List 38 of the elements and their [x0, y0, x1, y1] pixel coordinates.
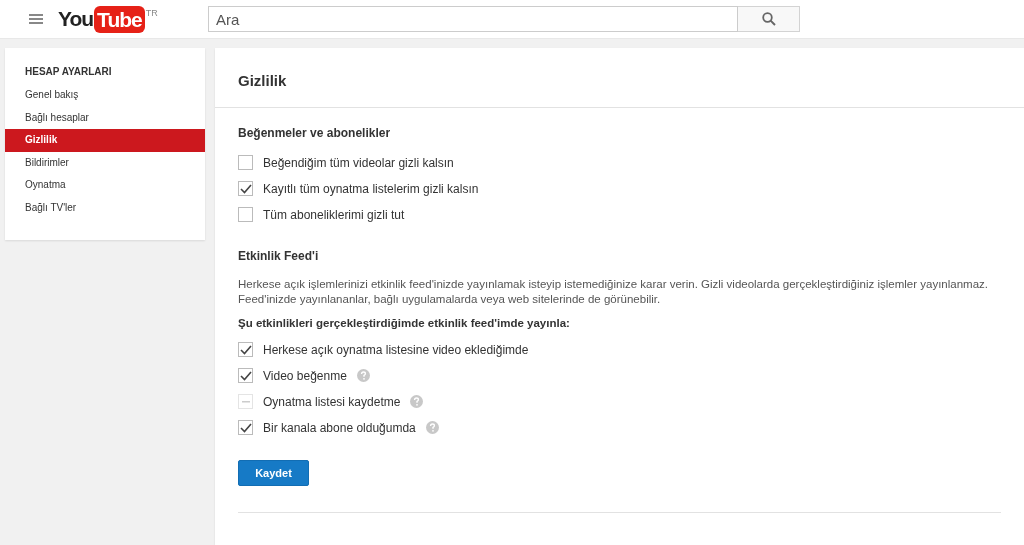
- check-icon: [239, 183, 252, 194]
- checkbox-label: Oynatma listesi kaydetme: [263, 394, 401, 409]
- menu-icon[interactable]: [29, 14, 43, 24]
- checkbox[interactable]: [238, 181, 253, 196]
- region-code: TR: [145, 7, 158, 18]
- save-button[interactable]: Kaydet: [238, 460, 309, 486]
- checkbox-label: Video beğenme: [263, 368, 347, 383]
- logo-text[interactable]: You: [58, 7, 94, 31]
- checkbox-label: Beğendiğim tüm videolar gizli kalsın: [263, 155, 454, 170]
- check-icon: [239, 344, 252, 355]
- search-icon: [761, 12, 776, 26]
- sidebar-heading: HESAP AYARLARI: [24, 66, 113, 79]
- sidebar-item[interactable]: Bağlı TV'ler: [5, 196, 205, 219]
- checkbox[interactable]: [238, 155, 253, 170]
- sidebar-item[interactable]: Oynatma: [5, 174, 205, 197]
- page-title: Gizlilik: [215, 48, 1024, 108]
- checkbox-label: Tüm aboneliklerimi gizli tut: [263, 207, 405, 222]
- sidebar-item[interactable]: Bağlı hesaplar: [5, 106, 205, 129]
- sidebar-item[interactable]: Genel bakış: [5, 84, 205, 107]
- search-field[interactable]: Ara: [208, 6, 738, 32]
- section-heading: Etkinlik Feed'i: [238, 249, 320, 263]
- checkbox-label: Herkese açık oynatma listesine video eklediğimde: [263, 342, 529, 357]
- check-icon: [239, 422, 252, 433]
- sidebar-item[interactable]: Bildirimler: [5, 151, 205, 174]
- dash-icon: [241, 400, 250, 403]
- subheading: Şu etkinlikleri gerçekleştirdiğimde etkinlik feed'imde yayınla:: [238, 317, 571, 329]
- sidebar-item[interactable]: Gizlilik: [5, 129, 205, 152]
- checkbox-label: Kayıtlı tüm oynatma listelerim gizli kalsın: [263, 181, 479, 196]
- checkbox[interactable]: [238, 342, 253, 357]
- checkbox[interactable]: [238, 368, 253, 383]
- check-icon: [239, 370, 252, 381]
- search-button[interactable]: [738, 6, 800, 32]
- checkbox-label: Bir kanala abone olduğumda: [263, 420, 416, 435]
- section-heading: Beğenmeler ve abonelikler: [238, 126, 392, 140]
- checkbox[interactable]: [238, 207, 253, 222]
- checkbox[interactable]: [238, 420, 253, 435]
- logo-badge[interactable]: Tube: [94, 5, 145, 33]
- description-text: Herkese açık işlemlerinizi etkinlik feed'inizde yayınlamak isteyip istemediğinize karar verin. Gizli videolarda gerçekleştirdiğiniz işlemler yayınlanmaz. Feed'inizde yayınlananlar, bağlı uygulamalarda veya web sitelerinde de görünebilir.: [238, 277, 989, 307]
